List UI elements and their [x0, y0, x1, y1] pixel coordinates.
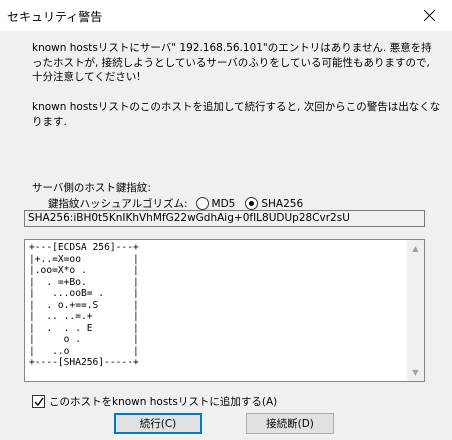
chevron-up-icon: ▲ [412, 244, 419, 253]
radio-md5-indicator[interactable] [195, 197, 209, 210]
add-to-known-hosts-label: このホストをknown hostsリストに追加する(A) [49, 396, 278, 408]
radio-sha256[interactable]: SHA256 [245, 197, 303, 210]
chevron-down-icon: ▼ [412, 368, 419, 377]
radio-md5[interactable]: MD5 [195, 197, 236, 210]
warning-message: known hostsリストにサーバ" 192.168.56.101"のエントリ… [32, 42, 432, 83]
randomart-box[interactable]: +---[ECDSA 256]---+ |+..=X=oo | |.oo=X*o… [24, 239, 425, 382]
vertical-scrollbar[interactable]: ▲ ▼ [407, 240, 424, 381]
close-button[interactable] [406, 0, 452, 31]
fingerprint-label: サーバ側のホスト鍵指紋: [32, 182, 151, 194]
title-bar: セキュリティ警告 [0, 0, 452, 31]
add-to-known-hosts-checkbox[interactable]: このホストをknown hostsリストに追加する(A) [32, 394, 277, 409]
checkmark-icon [34, 397, 44, 406]
radio-sha256-label: SHA256 [261, 197, 304, 210]
info-message: known hostsリストのこのホストを追加して続行すると, 次回からこの警告… [32, 101, 441, 128]
randomart-text: +---[ECDSA 256]---+ |+..=X=oo | |.oo=X*o… [29, 242, 139, 368]
continue-button[interactable]: 続行(C) [114, 413, 202, 434]
radio-md5-label: MD5 [211, 197, 236, 210]
disconnect-button[interactable]: 接続断(D) [246, 413, 334, 434]
checkbox-box[interactable] [32, 395, 45, 408]
radio-sha256-indicator[interactable] [245, 197, 259, 210]
close-icon [423, 10, 435, 21]
window-title: セキュリティ警告 [7, 10, 103, 24]
hash-algorithm-row: 鍵指紋ハッシュアルゴリズム: MD5 SHA256 [48, 196, 313, 211]
dialog-body: known hostsリストにサーバ" 192.168.56.101"のエントリ… [0, 31, 452, 440]
hash-algorithm-label: 鍵指紋ハッシュアルゴリズム: [48, 198, 188, 210]
scroll-down-button[interactable]: ▼ [407, 364, 424, 381]
scroll-up-button[interactable]: ▲ [407, 240, 424, 257]
fingerprint-field[interactable]: SHA256:iBH0t5KnIKhVhMfG22wGdhAig+0fIL8UD… [24, 210, 425, 227]
